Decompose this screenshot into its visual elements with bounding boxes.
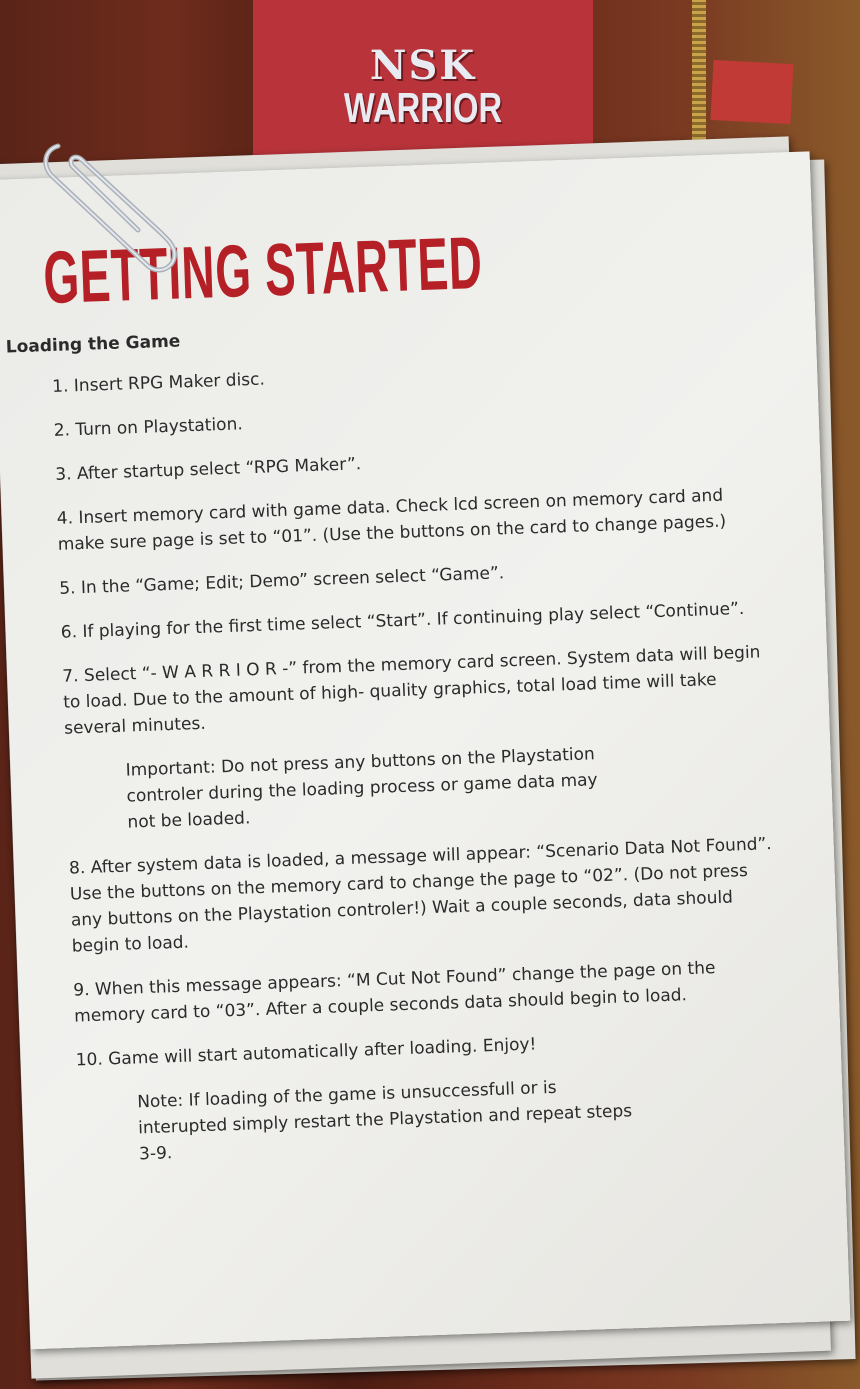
step-item: 3. After startup select “RPG Maker”.	[55, 436, 795, 488]
step-item: 10. Game will start automatically after …	[75, 1022, 815, 1074]
logo-nsk: NSK	[369, 42, 477, 89]
step-item: 6. If playing for the first time select …	[60, 594, 800, 646]
page-content: GETTING STARTED Loading the Game 1. Inse…	[6, 212, 819, 1169]
steps-list: 1. Insert RPG Maker disc. 2. Turn on Play…	[52, 348, 819, 1169]
section-heading: Loading the Game	[5, 331, 181, 358]
red-flap	[710, 59, 794, 125]
text-line: 6. If playing for the first time select …	[60, 598, 745, 643]
title-banner: NSK WARRIOR	[253, 0, 593, 160]
step-item: 9. When this message appears: “M Cut Not…	[73, 952, 814, 1030]
note-paragraph: Note: If loading of the game is unsucces…	[137, 1066, 819, 1168]
step-item: 7. Select “- W A R R I O R -” from the m…	[62, 638, 804, 742]
text-line: 1. Insert RPG Maker disc.	[51, 369, 266, 397]
text-line: 10. Game will start automatically after …	[75, 1034, 537, 1071]
gold-fringe	[692, 0, 706, 140]
text-line: 2. Turn on Playstation.	[53, 414, 244, 441]
step-item: 8. After system data is loaded, a messag…	[69, 830, 812, 960]
note-paragraph: Important: Do not press any buttons on t…	[125, 734, 807, 836]
text-line: 3. After startup select “RPG Maker”.	[54, 454, 362, 485]
step-item: 2. Turn on Playstation.	[53, 392, 793, 444]
paperclip-icon	[43, 143, 178, 273]
instruction-page: GETTING STARTED Loading the Game 1. Inse…	[0, 151, 851, 1350]
logo-warrior: WARRIOR	[343, 84, 503, 131]
step-item: 4. Insert memory card with game data. Ch…	[56, 480, 797, 558]
step-item: 5. In the “Game; Edit; Demo” screen sele…	[59, 550, 799, 602]
text-line: 5. In the “Game; Edit; Demo” screen sele…	[58, 563, 505, 599]
step-item: 1. Insert RPG Maker disc.	[52, 348, 792, 400]
